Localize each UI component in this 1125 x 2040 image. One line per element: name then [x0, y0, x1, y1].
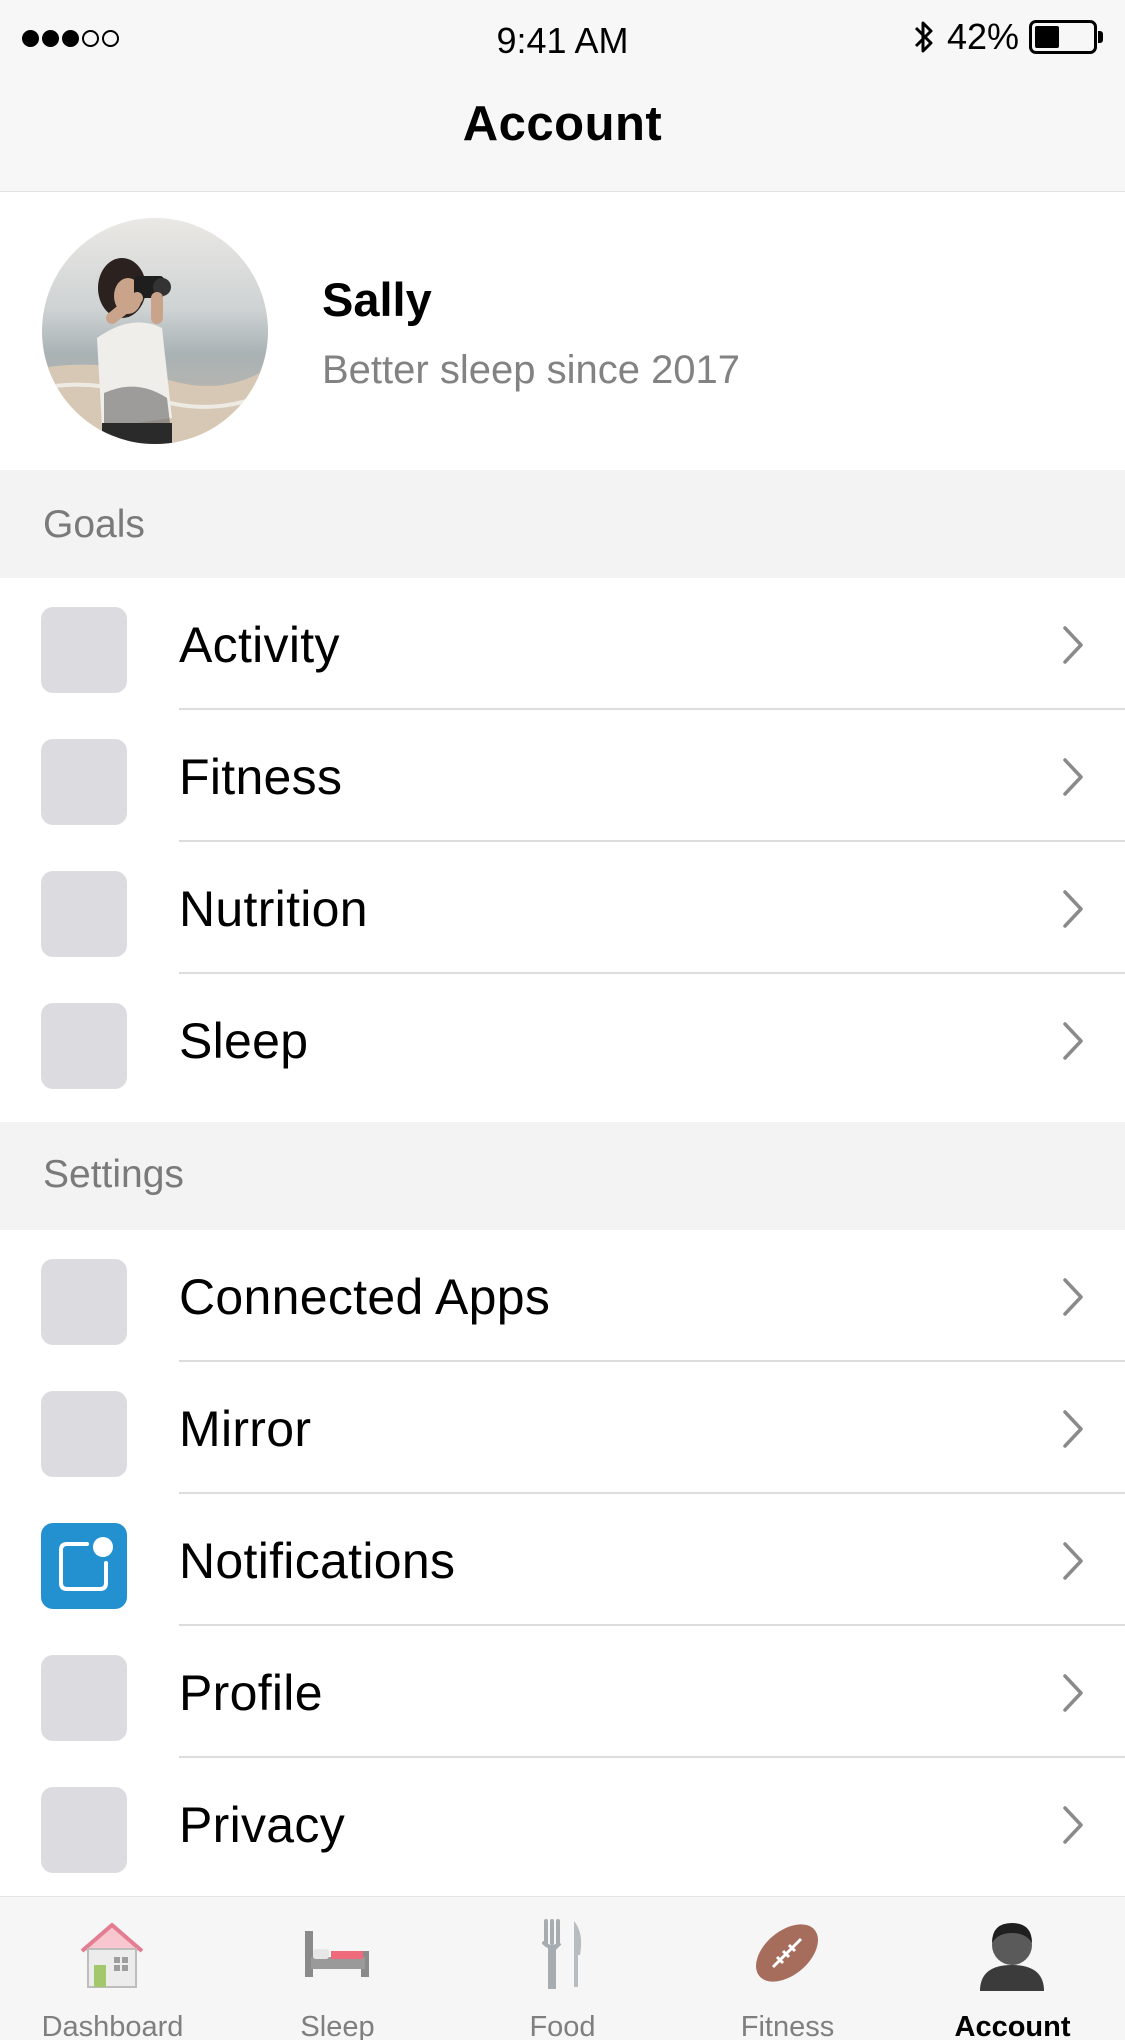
list-item-activity[interactable]: Activity: [0, 578, 1125, 710]
battery-icon: [1029, 20, 1103, 54]
section-title: Goals: [43, 503, 145, 546]
tab-bar: Dashboard Sleep Food Fitness Account: [0, 1896, 1125, 2040]
avatar[interactable]: [42, 218, 268, 444]
chevron-right-icon: [1063, 626, 1083, 664]
list-item-label: Sleep: [179, 1013, 309, 1069]
chevron-right-icon: [1063, 758, 1083, 796]
list-item-label: Nutrition: [179, 881, 368, 937]
status-right-group: 42%: [911, 16, 1103, 58]
bluetooth-icon: [914, 21, 933, 53]
chevron-right-icon: [1063, 1278, 1083, 1316]
list-item-mirror[interactable]: Mirror: [0, 1362, 1125, 1494]
chevron-right-icon: [1063, 1410, 1083, 1448]
tab-label: Fitness: [740, 2011, 835, 2040]
navigation-header: 9:41 AM 42% Account: [0, 0, 1125, 192]
football-icon: [756, 1924, 818, 1982]
profile-subtitle: Better sleep since 2017: [322, 348, 741, 392]
list-item-label: Notifications: [179, 1533, 456, 1589]
chevron-right-icon: [1063, 890, 1083, 928]
goals-section-header: Goals: [0, 470, 1125, 578]
list-item-privacy[interactable]: Privacy: [0, 1758, 1125, 1890]
list-item-nutrition[interactable]: Nutrition: [0, 842, 1125, 974]
connected-apps-icon: [41, 1259, 127, 1345]
fork-knife-icon: [542, 1919, 582, 1989]
person-icon: [980, 1923, 1044, 1991]
list-item-label: Mirror: [179, 1401, 312, 1457]
tab-fitness[interactable]: Fitness: [675, 1897, 900, 2040]
page-title: Account: [462, 97, 663, 151]
avatar-photo: [42, 218, 268, 444]
list-item-label: Profile: [179, 1665, 323, 1721]
profile-card[interactable]: Sally Better sleep since 2017: [0, 192, 1125, 470]
list-item-connected-apps[interactable]: Connected Apps: [0, 1230, 1125, 1362]
section-title: Settings: [43, 1153, 184, 1196]
mirror-icon: [41, 1391, 127, 1477]
settings-section-header: Settings: [0, 1122, 1125, 1230]
profile-name: Sally: [322, 273, 432, 326]
bed-icon: [305, 1931, 369, 1977]
list-item-notifications[interactable]: Notifications: [0, 1494, 1125, 1626]
list-item-profile[interactable]: Profile: [0, 1626, 1125, 1758]
battery-percent: 42%: [946, 16, 1019, 57]
status-bar: 9:41 AM 42%: [0, 0, 1125, 78]
nutrition-icon: [41, 871, 127, 957]
tab-label: Sleep: [300, 2011, 375, 2040]
tab-dashboard[interactable]: Dashboard: [0, 1897, 225, 2040]
list-item-label: Fitness: [179, 749, 343, 805]
fitness-icon: [41, 739, 127, 825]
chevron-right-icon: [1063, 1674, 1083, 1712]
goals-list: Activity Fitness Nutrition Sleep: [0, 578, 1125, 1106]
sleep-icon: [41, 1003, 127, 1089]
settings-list: Connected Apps Mirror Notifications Prof…: [0, 1230, 1125, 1890]
notification-badge-icon: [41, 1523, 127, 1609]
chevron-right-icon: [1063, 1542, 1083, 1580]
list-item-fitness[interactable]: Fitness: [0, 710, 1125, 842]
profile-icon: [41, 1655, 127, 1741]
chevron-right-icon: [1063, 1022, 1083, 1060]
activity-icon: [41, 607, 127, 693]
house-icon: [80, 1923, 144, 1988]
list-item-label: Activity: [179, 617, 340, 673]
list-item-label: Privacy: [179, 1797, 346, 1853]
tab-label: Account: [954, 2011, 1071, 2040]
tab-food[interactable]: Food: [450, 1897, 675, 2040]
tab-sleep[interactable]: Sleep: [225, 1897, 450, 2040]
list-item-label: Connected Apps: [179, 1269, 551, 1325]
list-item-sleep[interactable]: Sleep: [0, 974, 1125, 1106]
tab-label: Dashboard: [41, 2011, 184, 2040]
tab-label: Food: [529, 2011, 596, 2040]
privacy-icon: [41, 1787, 127, 1873]
chevron-right-icon: [1063, 1806, 1083, 1844]
tab-account[interactable]: Account: [900, 1897, 1125, 2040]
